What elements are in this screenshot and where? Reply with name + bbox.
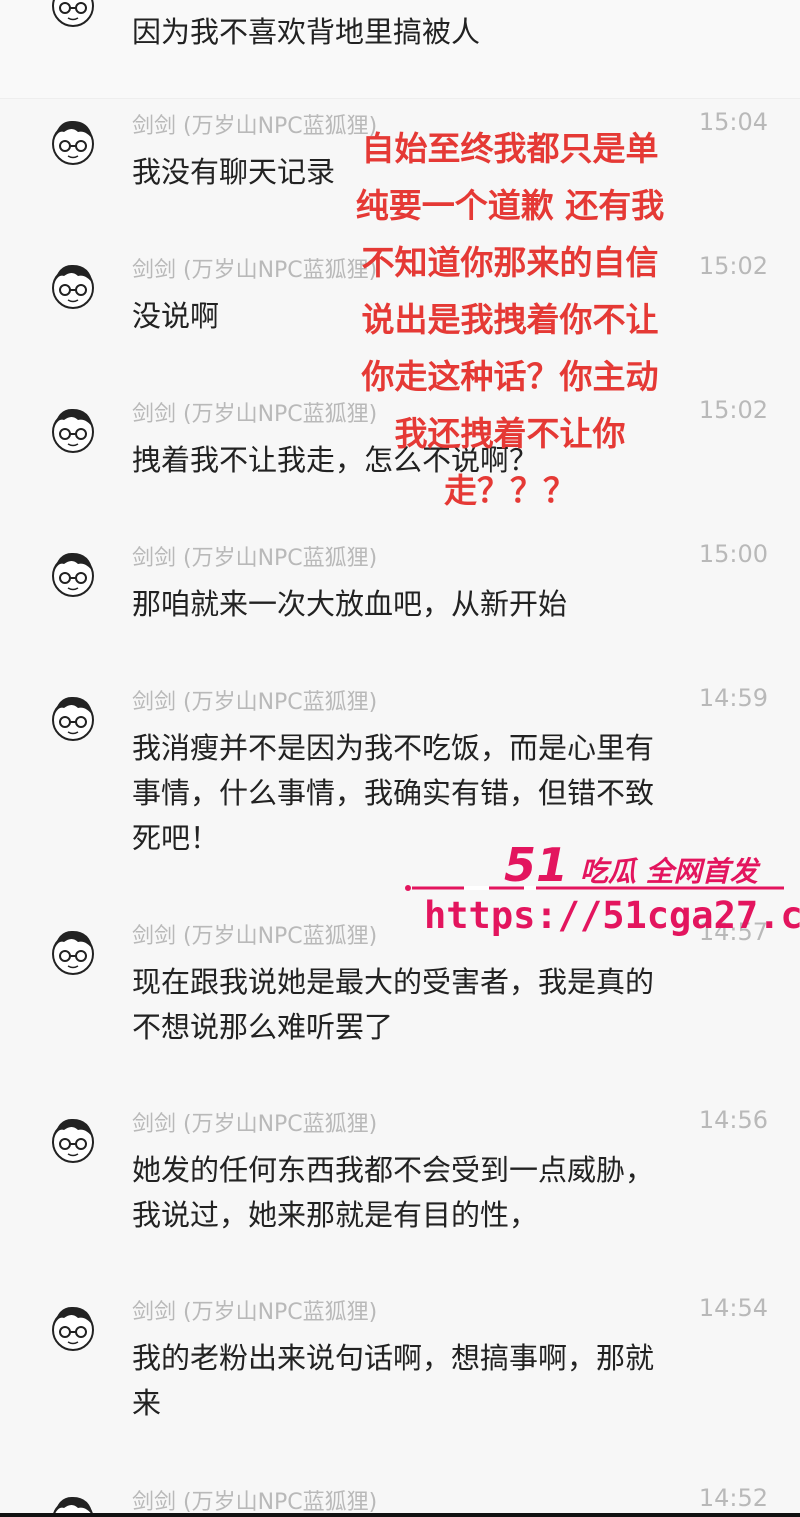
avatar-icon[interactable] bbox=[48, 692, 98, 748]
watermark: 51 吃瓜 全网首发 https://51cga27.com bbox=[404, 838, 800, 948]
overlay-caption: 自始至终我都只是单 纯要一个道歉 还有我 不知道你那来的自信 说出是我拽着你不让… bbox=[355, 129, 665, 510]
sender-name: 剑剑 (万岁山NPC蓝狐狸) bbox=[132, 1300, 378, 1325]
avatar-icon[interactable] bbox=[48, 260, 98, 316]
sender-name: 剑剑 (万岁山NPC蓝狐狸) bbox=[132, 1490, 378, 1515]
sender-name: 剑剑 (万岁山NPC蓝狐狸) bbox=[132, 546, 378, 571]
avatar-icon[interactable] bbox=[48, 1114, 98, 1170]
message-time: 15:00 bbox=[698, 540, 768, 568]
bottom-edge bbox=[0, 1513, 800, 1517]
avatar-icon[interactable] bbox=[48, 1302, 98, 1358]
chat-screen: 因为我不喜欢背地里搞被人 剑剑 (万岁山NPC蓝狐狸) 15:04 我没有聊天记录剑… bbox=[0, 0, 800, 1517]
previous-message[interactable]: 因为我不喜欢背地里搞被人 bbox=[0, 0, 800, 99]
message-text: 她发的任何东西我都不会受到一点威胁， 我说过，她来那就是有目的性， bbox=[132, 1153, 655, 1232]
message-text: 我的老粉出来说句话啊，想搞事啊，那就 来 bbox=[132, 1341, 655, 1420]
message-text: 现在跟我说她是最大的受害者，我是真的 不想说那么难听罢了 bbox=[132, 965, 655, 1044]
sender-name: 剑剑 (万岁山NPC蓝狐狸) bbox=[132, 924, 378, 949]
message-text: 那咱就来一次大放血吧，从新开始 bbox=[132, 587, 568, 621]
message-text: 因为我不喜欢背地里搞被人 bbox=[132, 15, 481, 49]
message-time: 15:02 bbox=[698, 252, 768, 280]
message-time: 15:02 bbox=[698, 396, 768, 424]
avatar-icon[interactable] bbox=[48, 926, 98, 982]
avatar-icon[interactable] bbox=[48, 548, 98, 604]
sender-name: 剑剑 (万岁山NPC蓝狐狸) bbox=[132, 690, 378, 715]
message-time: 14:59 bbox=[698, 684, 768, 712]
message-time: 14:52 bbox=[698, 1484, 768, 1512]
message-time: 15:04 bbox=[698, 108, 768, 136]
sender-name: 剑剑 (万岁山NPC蓝狐狸) bbox=[132, 1112, 378, 1137]
avatar-icon[interactable] bbox=[48, 0, 98, 34]
watermark-url: https://51cga27.com bbox=[424, 894, 800, 937]
message-time: 14:56 bbox=[698, 1106, 768, 1134]
avatar-icon[interactable] bbox=[48, 116, 98, 172]
message-time: 14:54 bbox=[698, 1294, 768, 1322]
watermark-line-icon bbox=[405, 885, 784, 891]
avatar-icon[interactable] bbox=[48, 404, 98, 460]
